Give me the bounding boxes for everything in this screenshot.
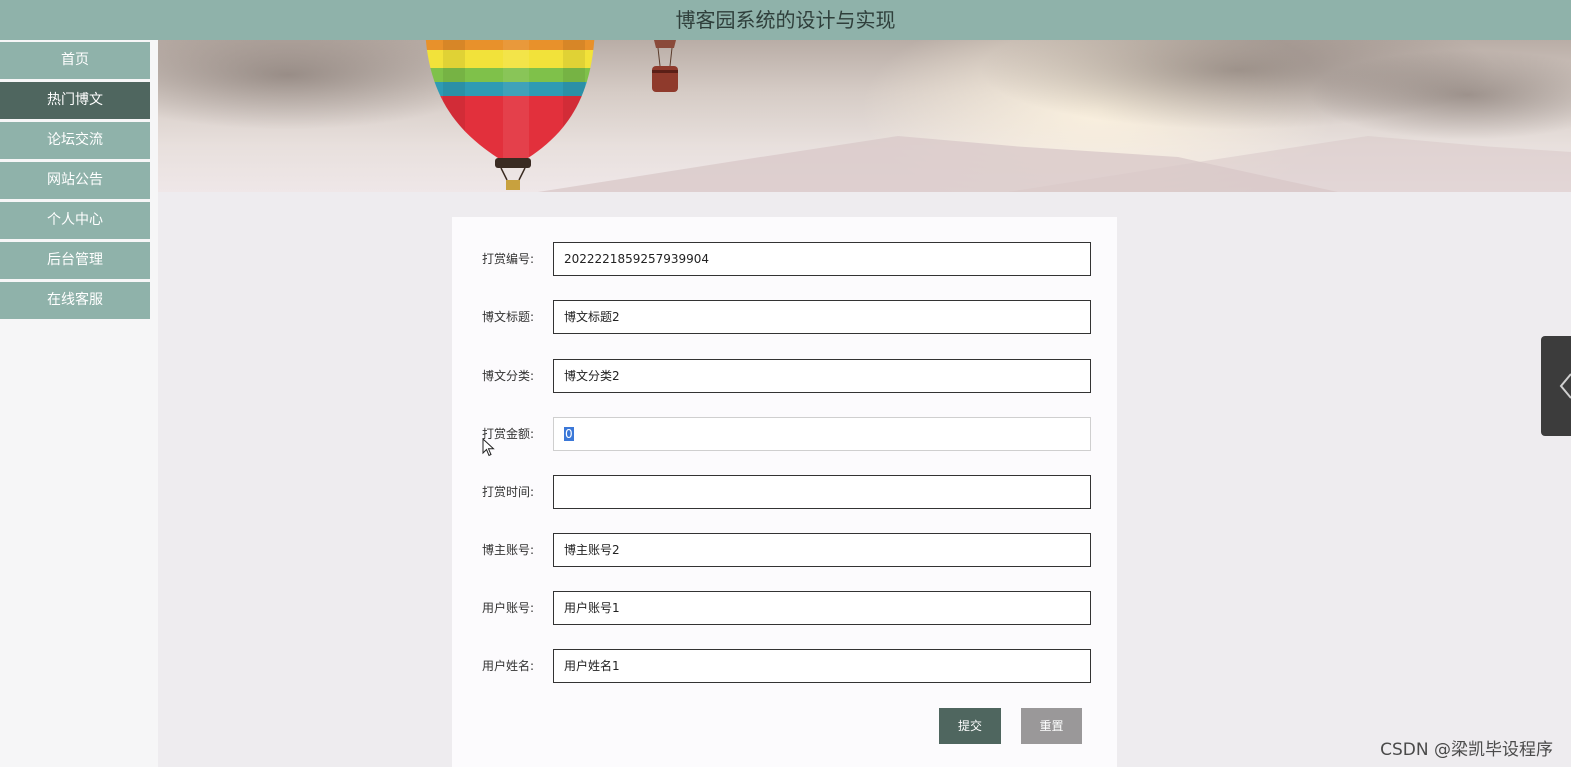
sidebar-item-personal-center[interactable]: 个人中心 bbox=[0, 202, 150, 239]
site-title: 博客园系统的设计与实现 bbox=[675, 8, 896, 32]
page-header: 博客园系统的设计与实现 bbox=[0, 0, 1571, 40]
form-row-user-account: 用户账号: 用户账号1 bbox=[452, 591, 1117, 625]
form-row-reward-amount: 打赏金额: 0 bbox=[452, 417, 1117, 451]
sidebar-item-announcements[interactable]: 网站公告 bbox=[0, 162, 150, 199]
reward-amount-input[interactable]: 0 bbox=[553, 417, 1091, 451]
user-name-input[interactable]: 用户姓名1 bbox=[553, 649, 1091, 683]
sidebar-nav: 首页 热门博文 论坛交流 网站公告 个人中心 后台管理 在线客服 bbox=[0, 40, 158, 767]
side-panel-toggle[interactable] bbox=[1541, 336, 1571, 436]
mouse-pointer-icon bbox=[482, 438, 495, 457]
reward-id-input[interactable]: 2022221859257939904 bbox=[553, 242, 1091, 276]
hot-air-balloon-icon bbox=[425, 40, 595, 190]
reset-button[interactable]: 重置 bbox=[1021, 708, 1082, 744]
sidebar-item-customer-service[interactable]: 在线客服 bbox=[0, 282, 150, 319]
sidebar-item-hot-posts[interactable]: 热门博文 bbox=[0, 82, 150, 119]
sidebar-item-label: 个人中心 bbox=[47, 212, 103, 228]
reward-time-input[interactable] bbox=[553, 475, 1091, 509]
sidebar-item-label: 后台管理 bbox=[47, 252, 103, 268]
post-title-input[interactable]: 博文标题2 bbox=[553, 300, 1091, 334]
form-row-reward-time: 打赏时间: bbox=[452, 475, 1117, 509]
form-row-post-title: 博文标题: 博文标题2 bbox=[452, 300, 1117, 334]
sidebar-item-label: 在线客服 bbox=[47, 292, 103, 308]
sidebar-item-forum[interactable]: 论坛交流 bbox=[0, 122, 150, 159]
sidebar-item-label: 热门博文 bbox=[47, 92, 103, 108]
sidebar-item-home[interactable]: 首页 bbox=[0, 42, 150, 79]
reward-form: 打赏编号: 2022221859257939904 博文标题: 博文标题2 博文… bbox=[452, 217, 1117, 767]
form-row-post-category: 博文分类: 博文分类2 bbox=[452, 359, 1117, 393]
sidebar-item-label: 首页 bbox=[61, 52, 89, 68]
form-row-user-name: 用户姓名: 用户姓名1 bbox=[452, 649, 1117, 683]
submit-button[interactable]: 提交 bbox=[939, 708, 1001, 744]
sidebar-item-admin[interactable]: 后台管理 bbox=[0, 242, 150, 279]
watermark: CSDN @梁凯毕设程序 bbox=[1380, 740, 1553, 760]
blogger-account-input[interactable]: 博主账号2 bbox=[553, 533, 1091, 567]
chevron-left-icon bbox=[1559, 373, 1571, 399]
small-balloon-icon bbox=[652, 40, 678, 92]
form-row-reward-id: 打赏编号: 2022221859257939904 bbox=[452, 242, 1117, 276]
post-category-input[interactable]: 博文分类2 bbox=[553, 359, 1091, 393]
user-account-input[interactable]: 用户账号1 bbox=[553, 591, 1091, 625]
hero-banner bbox=[158, 40, 1571, 192]
selected-text: 0 bbox=[564, 427, 574, 441]
sidebar-item-label: 网站公告 bbox=[47, 172, 103, 188]
form-row-blogger-account: 博主账号: 博主账号2 bbox=[452, 533, 1117, 567]
sidebar-item-label: 论坛交流 bbox=[47, 132, 103, 148]
